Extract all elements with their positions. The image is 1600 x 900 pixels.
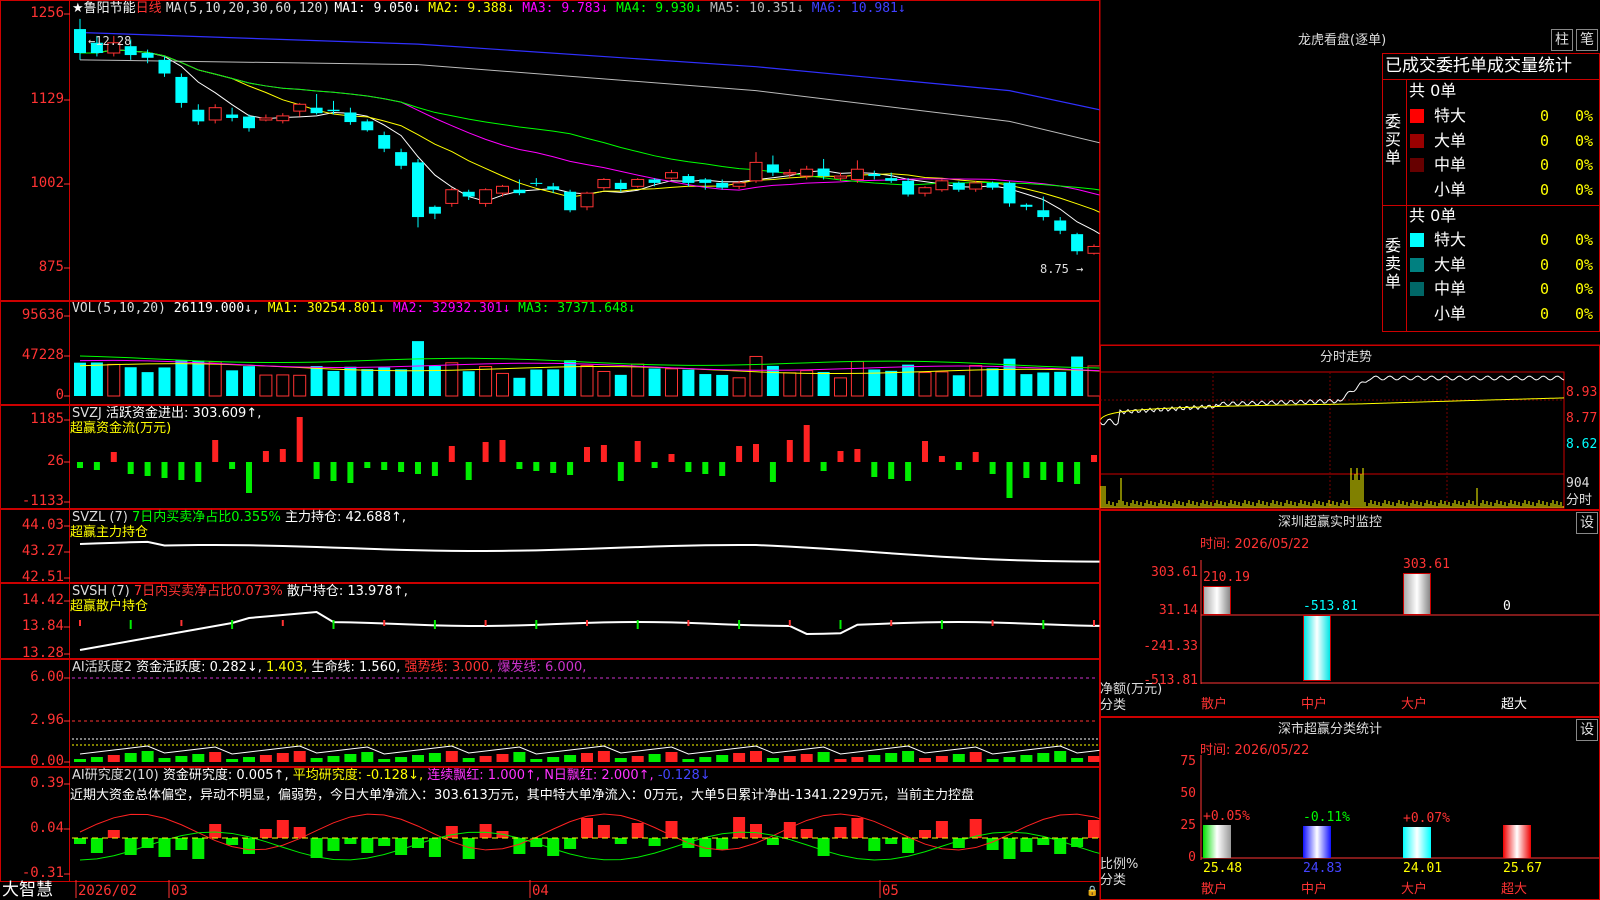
ai2-y-tick: -0.31: [21, 865, 64, 881]
monitor-bar: [1403, 573, 1431, 615]
vol-y-tick: 0: [55, 387, 64, 403]
monitor-y-tick: -241.33: [1143, 639, 1198, 654]
ai2-y-tick: 0.04: [30, 820, 64, 836]
ai1-y-tick: 2.96: [30, 712, 64, 728]
classify-category: 中户: [1301, 882, 1328, 897]
classify-bar-value: 25.67: [1503, 861, 1543, 876]
intraday-frame: [1099, 371, 1565, 509]
classify-bar: [1503, 825, 1531, 858]
monitor-bar: [1203, 585, 1231, 615]
monitor-title: 深圳超赢实时监控: [1278, 515, 1383, 530]
classify-y-tick: 50: [1180, 786, 1196, 801]
svsh-y-tick: 13.84: [21, 618, 64, 634]
monitor-y-tick: 31.14: [1158, 603, 1198, 618]
classify-category: 超大: [1501, 882, 1528, 897]
classify-time: 时间: 2026/05/22: [1200, 743, 1310, 758]
monitor-bar-value: 210.19: [1203, 569, 1250, 585]
svzj-y-tick: 26: [47, 453, 64, 469]
monitor-settings-button[interactable]: 设: [1576, 512, 1598, 534]
classify-settings-button[interactable]: 设: [1576, 719, 1598, 741]
ai1-y-tick: 0.00: [30, 753, 64, 769]
classify-axis-sub: 分类: [1100, 873, 1127, 888]
svzl-y-tick: 43.27: [21, 543, 64, 559]
classify-delta: -0.11%: [1303, 810, 1350, 826]
vol-y-tick: 47228: [21, 347, 64, 363]
kline-y-tick: 875: [38, 259, 64, 275]
monitor-y-tick: -513.81: [1143, 673, 1198, 688]
svzj-y-tick: -1133: [21, 493, 64, 509]
vol-y-tick: 95636: [21, 307, 64, 323]
classify-bar-value: 25.48: [1203, 861, 1243, 876]
kline-y-tick: 1256: [30, 5, 64, 21]
classify-y-tick: 0: [1188, 850, 1196, 865]
svzj-y-tick: 1185: [30, 411, 64, 427]
monitor-bar: [1303, 615, 1331, 681]
svsh-y-tick: 14.42: [21, 592, 64, 608]
monitor-y-tick: 303.61: [1151, 565, 1198, 580]
monitor-time: 时间: 2026/05/22: [1200, 537, 1310, 552]
trading-terminal: ★鲁阳节能日线 MA(5,10,20,30,60,120) MA1: 9.050…: [0, 0, 1600, 900]
classify-bar: [1403, 827, 1431, 858]
classify-y-tick: 25: [1180, 818, 1196, 833]
monitor-category: 散户: [1201, 697, 1228, 712]
ai2-y-tick: 0.39: [30, 775, 64, 791]
monitor-bar-value: -513.81: [1303, 599, 1358, 614]
monitor-bar-value: 303.61: [1403, 557, 1450, 572]
svzl-y-tick: 42.51: [21, 569, 64, 585]
monitor-category: 中户: [1301, 697, 1328, 712]
monitor-bar-value: 0: [1503, 599, 1511, 614]
kline-y-tick: 1002: [30, 175, 64, 191]
classify-axis-label: 比例%: [1100, 857, 1139, 872]
classify-bar-value: 24.01: [1403, 861, 1443, 876]
classify-delta: +0.07%: [1403, 811, 1450, 827]
monitor-category: 大户: [1401, 697, 1428, 712]
svzl-y-tick: 44.03: [21, 517, 64, 533]
classify-category: 散户: [1201, 882, 1228, 897]
classify-bar: [1203, 825, 1231, 858]
monitor-axis-sub: 分类: [1100, 698, 1127, 713]
monitor-category: 超大: [1501, 697, 1528, 712]
svsh-y-tick: 13.28: [21, 645, 64, 661]
classify-category: 大户: [1401, 882, 1428, 897]
classify-title: 深市超赢分类统计: [1278, 722, 1383, 737]
classify-y-tick: 75: [1180, 754, 1196, 769]
kline-y-tick: 1129: [30, 91, 64, 107]
classify-bar-value: 24.83: [1303, 861, 1343, 876]
ai1-y-tick: 6.00: [30, 669, 64, 685]
classify-delta: +0.05%: [1203, 809, 1250, 825]
classify-bar: [1303, 826, 1331, 858]
